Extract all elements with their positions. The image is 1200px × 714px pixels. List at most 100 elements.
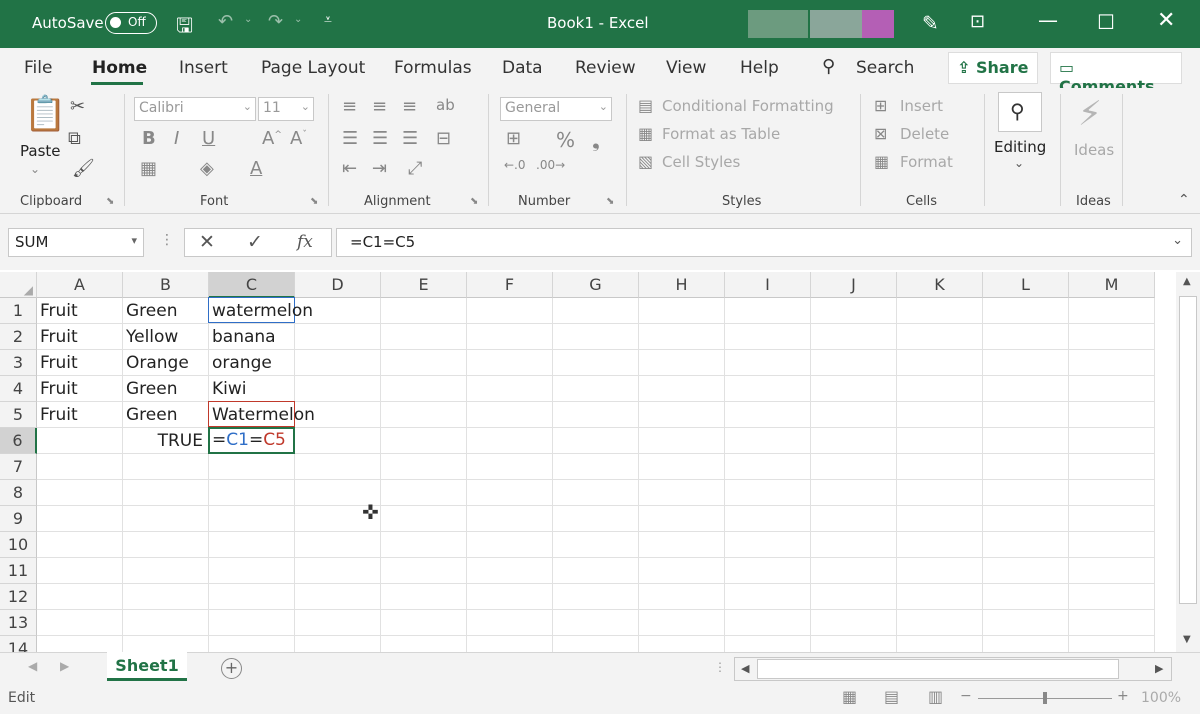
number-launcher-icon[interactable]: ⬊ — [606, 196, 614, 207]
ideas-icon[interactable]: ⚡ — [1078, 94, 1102, 134]
format-painter-icon[interactable]: 🖌 — [72, 158, 95, 179]
ribbon-display-icon[interactable]: ⊡ — [970, 11, 985, 32]
tab-data[interactable]: Data — [502, 58, 543, 78]
paste-icon[interactable]: 📋 — [24, 94, 66, 134]
close-icon[interactable]: ✕ — [1157, 8, 1175, 33]
italic-icon[interactable]: I — [174, 128, 179, 149]
row-header-3[interactable]: 3 — [0, 350, 37, 376]
sheet-tab-sheet1[interactable]: Sheet1 — [107, 652, 187, 681]
cell-c1[interactable]: watermelon — [209, 298, 313, 324]
comma-style-icon[interactable]: ❟ — [592, 128, 600, 152]
cut-icon[interactable]: ✂ — [70, 96, 85, 117]
editing-search-box[interactable]: ⚲ — [998, 92, 1042, 132]
conditional-formatting-icon[interactable]: ▤ — [638, 96, 653, 115]
column-header-j[interactable]: J — [811, 272, 897, 298]
worksheet-grid[interactable]: ◢ ABCDEFGHIJKLM 1 2 3 4 5 6 7 8 9 10 11 12 13 14 Frui… — [0, 272, 1176, 652]
page-break-view-icon[interactable]: ▥ — [928, 687, 943, 706]
search-icon[interactable]: ⚲ — [822, 56, 835, 77]
tab-help[interactable]: Help — [740, 58, 779, 78]
row-header-6[interactable]: 6 — [0, 428, 37, 454]
alignment-launcher-icon[interactable]: ⬊ — [470, 196, 478, 207]
redo-icon[interactable]: ↷ — [268, 11, 283, 32]
cell-b4[interactable]: Green — [123, 376, 177, 402]
formula-input[interactable]: =C1=C5 ⌄ — [336, 228, 1192, 257]
cell-c4[interactable]: Kiwi — [209, 376, 247, 402]
fill-color-icon[interactable]: ◈ — [200, 158, 214, 179]
row-header-4[interactable]: 4 — [0, 376, 37, 402]
delete-cells-button[interactable]: Delete — [900, 125, 949, 143]
format-cells-button[interactable]: Format — [900, 153, 953, 171]
cell-c2[interactable]: banana — [209, 324, 276, 350]
orientation-icon[interactable]: ⤢ — [408, 158, 422, 179]
row-header-14[interactable]: 14 — [0, 636, 37, 652]
format-cells-icon[interactable]: ▦ — [874, 152, 889, 171]
scroll-down-icon[interactable]: ▼ — [1183, 634, 1191, 645]
decrease-font-icon[interactable]: Aˇ — [290, 128, 307, 149]
next-sheet-icon[interactable]: ▶ — [60, 659, 69, 673]
increase-decimal-icon[interactable]: ←.0 — [504, 158, 526, 172]
decrease-indent-icon[interactable]: ⇤ — [342, 158, 357, 179]
row-header-5[interactable]: 5 — [0, 402, 37, 428]
insert-cells-icon[interactable]: ⊞ — [874, 96, 887, 115]
normal-view-icon[interactable]: ▦ — [842, 687, 857, 706]
accounting-format-icon[interactable]: ⊞ — [506, 128, 521, 149]
align-bottom-icon[interactable]: ≡ — [402, 96, 417, 117]
bold-icon[interactable]: B — [142, 128, 156, 149]
row-header-10[interactable]: 10 — [0, 532, 37, 558]
delete-cells-icon[interactable]: ⊠ — [874, 124, 887, 143]
row-header-9[interactable]: 9 — [0, 506, 37, 532]
number-format-dropdown[interactable]: General ⌄ — [500, 97, 612, 121]
drag-handle-icon[interactable]: ⋮ — [160, 232, 174, 248]
cell-a1[interactable]: Fruit — [37, 298, 78, 324]
font-size-dropdown[interactable]: 11 ⌄ — [258, 97, 314, 121]
zoom-in-icon[interactable]: + — [1117, 688, 1129, 704]
copy-icon[interactable]: ⧉ — [68, 128, 81, 149]
cell-b1[interactable]: Green — [123, 298, 177, 324]
prev-sheet-icon[interactable]: ◀ — [28, 659, 37, 673]
cell-c3[interactable]: orange — [209, 350, 272, 376]
save-icon[interactable]: 🖫 — [176, 11, 193, 45]
zoom-level[interactable]: 100% — [1141, 690, 1181, 706]
column-header-h[interactable]: H — [639, 272, 725, 298]
borders-icon[interactable]: ▦ — [140, 158, 157, 179]
cell-b2[interactable]: Yellow — [123, 324, 178, 350]
tab-page-layout[interactable]: Page Layout — [261, 58, 365, 78]
row-header-11[interactable]: 11 — [0, 558, 37, 584]
cell-a5[interactable]: Fruit — [37, 402, 78, 428]
zoom-out-icon[interactable]: − — [960, 688, 972, 704]
row-header-8[interactable]: 8 — [0, 480, 37, 506]
tab-view[interactable]: View — [666, 58, 706, 78]
align-middle-icon[interactable]: ≡ — [372, 96, 387, 117]
editing-dropdown-icon[interactable]: ⌄ — [1014, 156, 1024, 170]
select-all-corner[interactable]: ◢ — [0, 272, 37, 298]
align-left-icon[interactable]: ☰ — [342, 128, 358, 149]
insert-cells-button[interactable]: Insert — [900, 97, 943, 115]
column-header-i[interactable]: I — [725, 272, 811, 298]
tab-formulas[interactable]: Formulas — [394, 58, 472, 78]
minimize-icon[interactable]: — — [1038, 8, 1058, 32]
conditional-formatting-button[interactable]: Conditional Formatting — [662, 97, 834, 115]
format-as-table-button[interactable]: Format as Table — [662, 125, 780, 143]
percent-icon[interactable]: % — [556, 128, 575, 152]
column-header-l[interactable]: L — [983, 272, 1069, 298]
font-launcher-icon[interactable]: ⬊ — [310, 196, 318, 207]
scroll-right-icon[interactable]: ▶ — [1155, 662, 1163, 675]
cell-b6[interactable]: TRUE — [123, 428, 203, 454]
align-center-icon[interactable]: ☰ — [372, 128, 388, 149]
cell-c5[interactable]: Watermelon — [209, 402, 315, 428]
font-color-icon[interactable]: A — [250, 158, 262, 179]
font-name-dropdown[interactable]: Calibri ⌄ — [134, 97, 256, 121]
column-header-b[interactable]: B — [123, 272, 209, 298]
chevron-down-icon[interactable]: ▾ — [131, 234, 137, 247]
clipboard-launcher-icon[interactable]: ⬊ — [106, 196, 114, 207]
paste-dropdown-icon[interactable]: ⌄ — [30, 162, 40, 176]
paste-label[interactable]: Paste — [20, 142, 61, 160]
row-header-1[interactable]: 1 — [0, 298, 37, 324]
column-header-f[interactable]: F — [467, 272, 553, 298]
column-header-g[interactable]: G — [553, 272, 639, 298]
horizontal-scroll-thumb[interactable] — [757, 659, 1119, 679]
cell-styles-icon[interactable]: ▧ — [638, 152, 653, 171]
cell-b3[interactable]: Orange — [123, 350, 189, 376]
column-header-m[interactable]: M — [1069, 272, 1155, 298]
pen-icon[interactable]: ✎ — [922, 11, 939, 35]
